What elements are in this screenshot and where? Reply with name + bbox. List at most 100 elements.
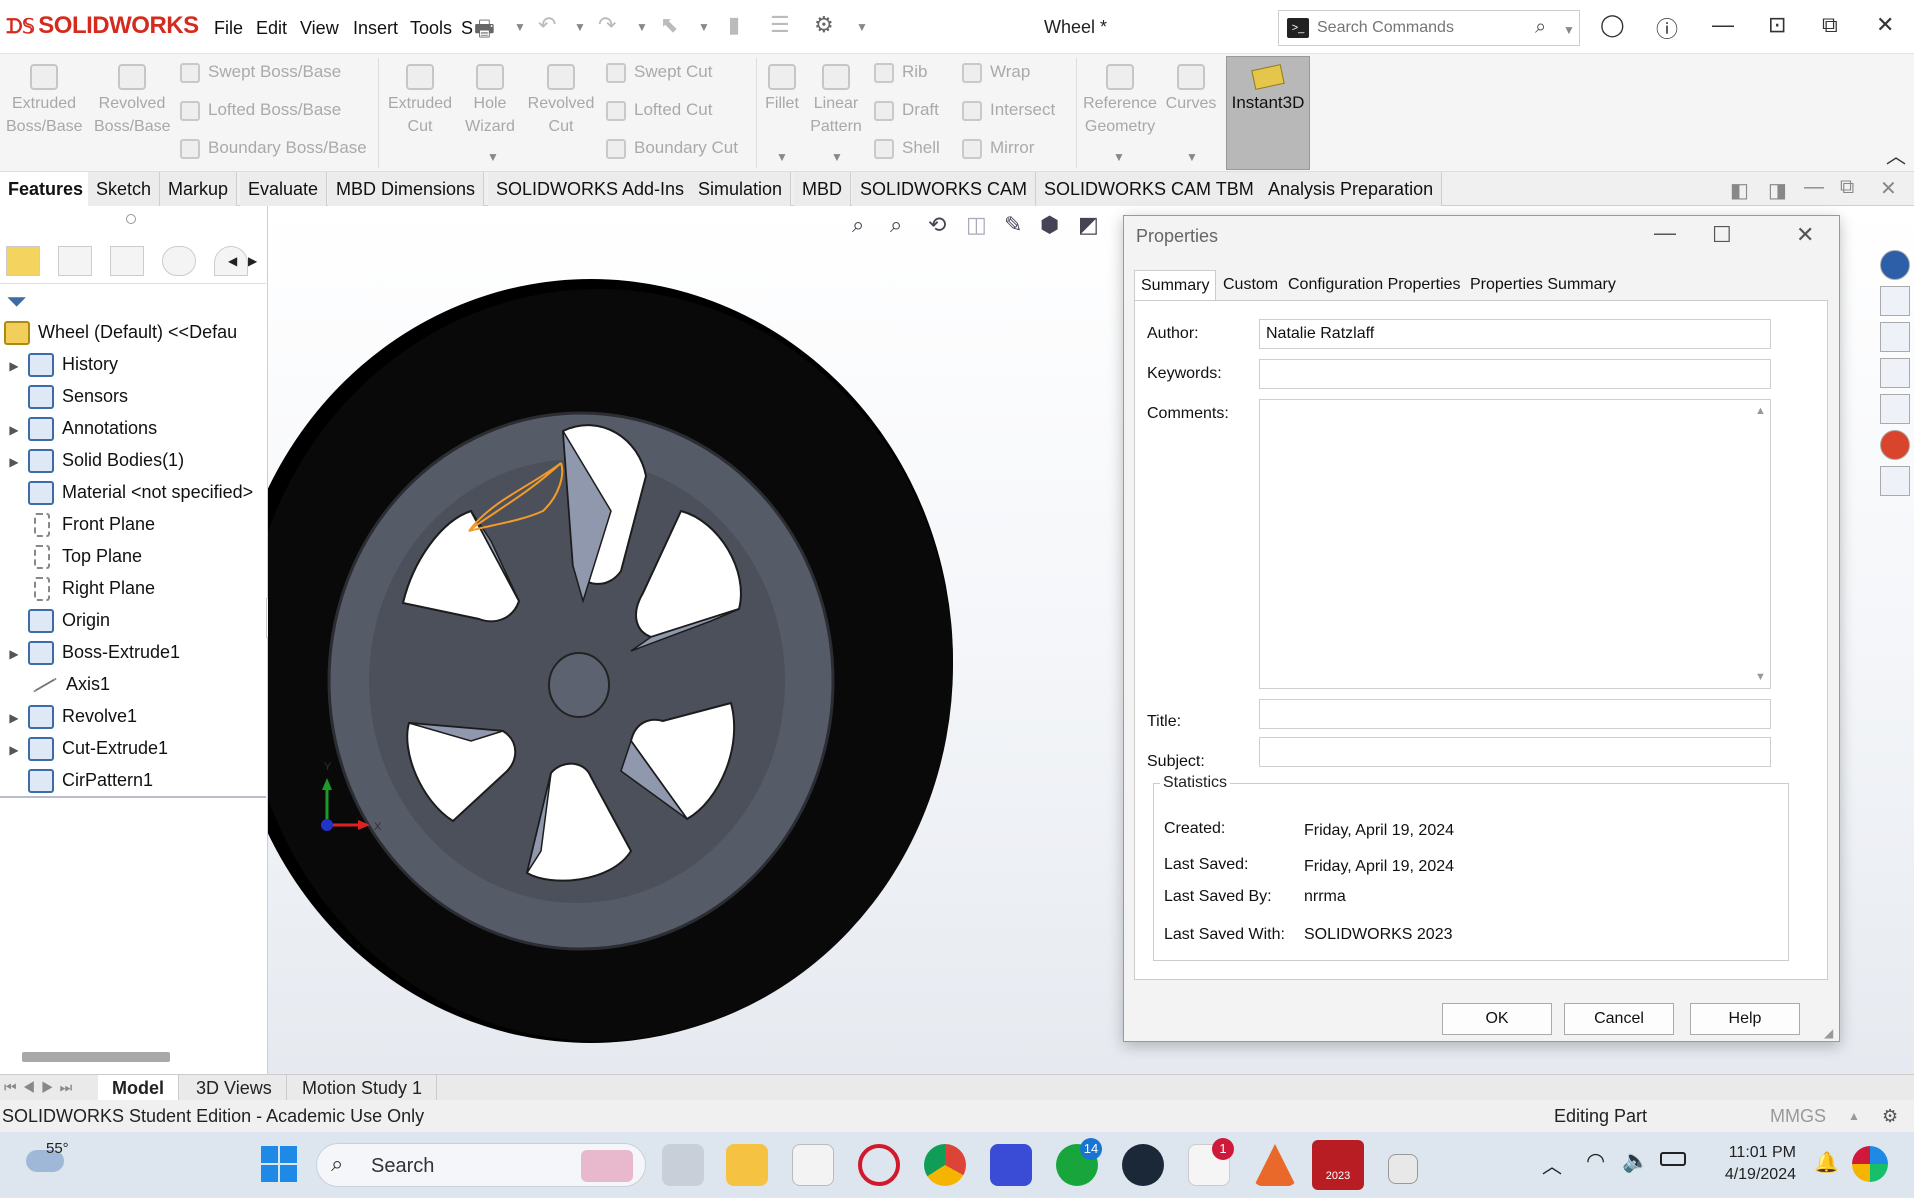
doc-close-icon[interactable]: ✕ bbox=[1880, 176, 1897, 201]
collapse-ribbon-chevron-icon[interactable]: ︿ bbox=[1886, 140, 1906, 169]
hub-center[interactable] bbox=[548, 652, 610, 718]
resize-grip-icon[interactable]: ◢ bbox=[1824, 1026, 1833, 1040]
battery-icon[interactable] bbox=[1660, 1152, 1686, 1166]
dialog-minimize-icon[interactable]: — bbox=[1654, 220, 1676, 246]
solidworks-taskbar-icon[interactable]: 2023 bbox=[1312, 1140, 1364, 1190]
tab-mbd-dimensions[interactable]: MBD Dimensions bbox=[328, 172, 485, 206]
solidworks-logo[interactable]: ᗪ𝕊 SOLIDWORKS bbox=[6, 12, 199, 40]
menu-file[interactable]: File bbox=[214, 18, 243, 39]
redo-icon[interactable]: ↷ bbox=[598, 12, 616, 38]
revolved-cut-button[interactable]: Revolved Cut bbox=[523, 60, 599, 138]
extruded-cut-button[interactable]: Extruded Cut bbox=[382, 60, 458, 138]
redo-dropdown-icon[interactable]: ▼ bbox=[636, 20, 648, 34]
print-icon[interactable]: 🖶 bbox=[474, 12, 495, 50]
expand-arrow-icon[interactable]: ▶ bbox=[0, 446, 28, 478]
show-hidden-icons-chevron-icon[interactable]: ︿ bbox=[1542, 1150, 1562, 1179]
tree-item-cut-extrude1[interactable]: ▶ Cut-Extrude1 bbox=[0, 732, 168, 764]
dialog-tab-custom[interactable]: Custom bbox=[1217, 270, 1284, 300]
dialog-tab-properties-summary[interactable]: Properties Summary bbox=[1464, 270, 1622, 300]
chrome-icon[interactable] bbox=[924, 1144, 966, 1186]
file-explorer-icon[interactable] bbox=[1880, 358, 1910, 388]
task-view-icon[interactable] bbox=[662, 1144, 704, 1186]
menu-insert[interactable]: Insert bbox=[353, 18, 398, 39]
tab-motion-study-1[interactable]: Motion Study 1 bbox=[288, 1075, 438, 1101]
taskbar-clock-date[interactable]: 4/19/2024 bbox=[1708, 1166, 1796, 1184]
tab-sketch[interactable]: Sketch bbox=[88, 172, 161, 206]
search-commands-box[interactable]: >_ ⌕ ▼ bbox=[1278, 10, 1580, 46]
curves-button[interactable]: Curves bbox=[1160, 60, 1222, 115]
tree-item-origin[interactable]: Origin bbox=[0, 604, 110, 636]
hole-wizard-button[interactable]: Hole Wizard bbox=[452, 60, 528, 138]
tab-scroll-left-icon[interactable]: ◀ bbox=[228, 254, 237, 268]
expand-arrow-icon[interactable]: ▶ bbox=[0, 350, 28, 382]
menu-edit[interactable]: Edit bbox=[256, 18, 287, 39]
comments-textarea[interactable] bbox=[1259, 399, 1771, 689]
notifications-icon[interactable]: 🔔 bbox=[1814, 1150, 1839, 1175]
menu-truncated[interactable]: S bbox=[461, 18, 473, 39]
mathcad-icon[interactable] bbox=[990, 1144, 1032, 1186]
menu-tools[interactable]: Tools bbox=[410, 18, 452, 39]
dialog-tab-summary[interactable]: Summary bbox=[1134, 270, 1217, 300]
title-field[interactable] bbox=[1259, 699, 1771, 729]
search-icon[interactable]: ⌕ bbox=[1535, 16, 1546, 39]
tab-solidworks-cam[interactable]: SOLIDWORKS CAM bbox=[852, 172, 1037, 206]
tab-analysis-preparation[interactable]: Analysis Preparation bbox=[1260, 172, 1443, 206]
microsoft-store-icon[interactable] bbox=[792, 1144, 834, 1186]
author-field[interactable]: Natalie Ratzlaff bbox=[1259, 319, 1771, 349]
matlab-icon[interactable] bbox=[1254, 1144, 1296, 1186]
tab-solidworks-add-ins[interactable]: SOLIDWORKS Add-Ins bbox=[488, 172, 694, 206]
search-commands-input[interactable] bbox=[1317, 15, 1537, 41]
expand-arrow-icon[interactable]: ▶ bbox=[0, 702, 28, 734]
help-button[interactable]: Help bbox=[1690, 1003, 1800, 1035]
file-explorer-taskbar-icon[interactable] bbox=[726, 1144, 768, 1186]
intersect-button[interactable]: Intersect bbox=[962, 100, 1055, 121]
tree-item-boss-extrude1[interactable]: ▶ Boss-Extrude1 bbox=[0, 636, 180, 668]
solidworks-resources-icon[interactable] bbox=[1880, 250, 1910, 280]
tab-simulation[interactable]: Simulation bbox=[690, 172, 792, 206]
property-manager-tab-icon[interactable] bbox=[58, 246, 92, 276]
appearances-icon[interactable] bbox=[1880, 430, 1910, 460]
status-units[interactable]: MMGS bbox=[1770, 1100, 1826, 1132]
maximize-icon[interactable]: ⧉ bbox=[1822, 12, 1838, 38]
fillet-dropdown-icon[interactable]: ▼ bbox=[776, 150, 788, 164]
panel-pin-icon[interactable] bbox=[126, 214, 136, 224]
tab-solidworks-cam-tbm[interactable]: SOLIDWORKS CAM TBM bbox=[1036, 172, 1263, 206]
dialog-maximize-icon[interactable]: ☐ bbox=[1712, 222, 1732, 248]
keywords-field[interactable] bbox=[1259, 359, 1771, 389]
custom-properties-icon[interactable] bbox=[1880, 466, 1910, 496]
home-icon[interactable] bbox=[1880, 286, 1910, 316]
steam-icon[interactable] bbox=[1122, 1144, 1164, 1186]
subject-field[interactable] bbox=[1259, 737, 1771, 767]
dialog-close-icon[interactable]: ✕ bbox=[1796, 222, 1814, 248]
panel-horizontal-scrollbar[interactable] bbox=[22, 1052, 170, 1062]
tab-mbd[interactable]: MBD bbox=[794, 172, 851, 206]
tree-item-revolve1[interactable]: ▶ Revolve1 bbox=[0, 700, 137, 732]
tree-item-sensors[interactable]: Sensors bbox=[0, 380, 128, 412]
taskbar-search-box[interactable]: ⌕ Search bbox=[316, 1143, 646, 1187]
filter-funnel-icon[interactable]: ⏷ bbox=[6, 286, 27, 318]
tree-item-material-not-specified[interactable]: Material <not specified> bbox=[0, 476, 253, 508]
copilot-icon[interactable] bbox=[1852, 1146, 1888, 1182]
select-dropdown-icon[interactable]: ▼ bbox=[698, 20, 710, 34]
swept-boss-button[interactable]: Swept Boss/Base bbox=[180, 62, 341, 83]
cancel-button[interactable]: Cancel bbox=[1564, 1003, 1674, 1035]
configuration-manager-tab-icon[interactable] bbox=[110, 246, 144, 276]
instant3d-button[interactable]: Instant3D bbox=[1226, 56, 1310, 170]
swept-cut-button[interactable]: Swept Cut bbox=[606, 62, 712, 83]
status-tools-icon[interactable]: ⚙ bbox=[1882, 1100, 1898, 1132]
hole-wizard-dropdown-icon[interactable]: ▼ bbox=[487, 150, 499, 164]
tab-model[interactable]: Model bbox=[98, 1075, 179, 1101]
comments-scroll-down-icon[interactable]: ▼ bbox=[1755, 671, 1766, 683]
options-dropdown-icon[interactable]: ▼ bbox=[856, 20, 868, 34]
tab-evaluate[interactable]: Evaluate bbox=[240, 172, 328, 206]
close-icon[interactable]: ✕ bbox=[1876, 12, 1894, 38]
linear-pattern-dropdown-icon[interactable]: ▼ bbox=[831, 150, 843, 164]
revolved-boss-button[interactable]: Revolved Boss/Base bbox=[94, 60, 170, 138]
expand-arrow-icon[interactable]: ▶ bbox=[0, 414, 28, 446]
rebuild-icon[interactable]: ▮ bbox=[728, 12, 740, 38]
design-library-icon[interactable] bbox=[1880, 322, 1910, 352]
opera-icon[interactable] bbox=[858, 1144, 900, 1186]
boundary-boss-button[interactable]: Boundary Boss/Base bbox=[180, 138, 367, 159]
tree-item-right-plane[interactable]: Right Plane bbox=[0, 572, 155, 604]
restore-icon[interactable]: ⊡ bbox=[1768, 12, 1786, 38]
